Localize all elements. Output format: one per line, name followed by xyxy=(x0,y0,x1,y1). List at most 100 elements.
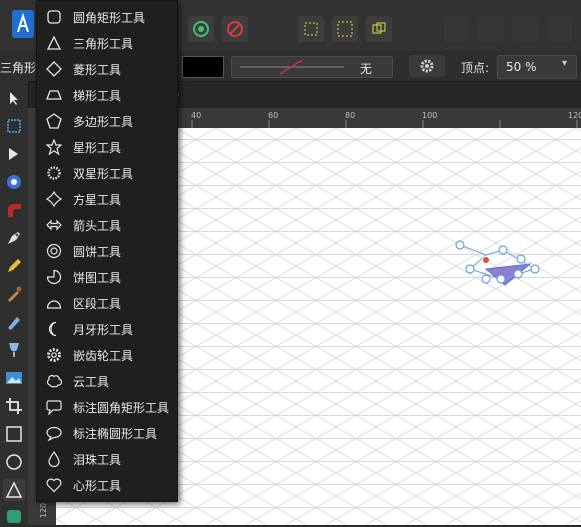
double-arrow-icon xyxy=(45,216,63,234)
menu-item-double-star[interactable]: 双星形工具 xyxy=(37,160,177,186)
shape-tools-menu: 圆角矩形工具 三角形工具 菱形工具 梯形工具 多边形工具 星形工具 双星形工具 … xyxy=(36,0,178,502)
callout-rect-icon xyxy=(45,398,63,416)
align-grid-button[interactable] xyxy=(298,16,324,42)
cog-icon xyxy=(45,346,63,364)
vector-brush-tool-icon[interactable] xyxy=(3,283,25,305)
menu-item-triangle[interactable]: 三角形工具 xyxy=(37,30,177,56)
ruler-label-h: 120 xyxy=(568,111,581,120)
triangle-tool-icon[interactable] xyxy=(3,479,25,501)
trapezoid-icon xyxy=(45,86,63,104)
menu-item-cog[interactable]: 嵌齿轮工具 xyxy=(37,342,177,368)
arrange-button-1[interactable] xyxy=(444,16,470,42)
menu-item-label: 梯形工具 xyxy=(73,88,122,103)
donut-icon xyxy=(45,242,63,260)
arrange-button-4[interactable] xyxy=(546,16,572,42)
cloud-icon xyxy=(45,372,63,390)
ruler-label-h: 60 xyxy=(268,111,279,120)
menu-item-label: 区段工具 xyxy=(73,296,122,311)
crop-tool-icon[interactable] xyxy=(3,395,25,417)
pentagon-icon xyxy=(45,112,63,130)
artboard-tool-icon[interactable] xyxy=(3,115,25,137)
menu-item-label: 标注椭圆形工具 xyxy=(73,426,158,441)
node-tool-icon[interactable] xyxy=(3,143,25,165)
pencil-tool-icon[interactable] xyxy=(3,255,25,277)
menu-item-label: 圆饼工具 xyxy=(73,244,122,259)
corner-tool-icon[interactable] xyxy=(3,199,25,221)
arrange-button-3[interactable] xyxy=(512,16,538,42)
menu-item-label: 方星工具 xyxy=(73,192,122,207)
menu-item-label: 星形工具 xyxy=(73,140,122,155)
menu-item-label: 心形工具 xyxy=(73,478,122,493)
star-icon xyxy=(45,138,63,156)
ruler-label-h: 40 xyxy=(191,111,202,120)
vertex-value: 50 % xyxy=(506,60,537,74)
point-transform-tool-icon[interactable] xyxy=(3,171,25,193)
menu-item-label: 三角形工具 xyxy=(73,36,134,51)
double-star-icon xyxy=(45,164,63,182)
menu-item-cloud[interactable]: 云工具 xyxy=(37,368,177,394)
triangle-icon xyxy=(45,34,63,52)
ruler-label-h: 80 xyxy=(345,111,356,120)
crescent-icon xyxy=(45,320,63,338)
place-image-tool-icon[interactable] xyxy=(3,367,25,389)
heart-icon xyxy=(45,476,63,494)
diamond-icon xyxy=(45,60,63,78)
force-pixel-button[interactable] xyxy=(222,16,248,42)
menu-item-label: 嵌齿轮工具 xyxy=(73,348,134,363)
menu-item-star[interactable]: 星形工具 xyxy=(37,134,177,160)
menu-item-callout-ellipse[interactable]: 标注椭圆形工具 xyxy=(37,420,177,446)
transparency-tool-icon[interactable] xyxy=(3,339,25,361)
arrange-button-2[interactable] xyxy=(478,16,504,42)
pie-icon xyxy=(45,268,63,286)
menu-item-heart[interactable]: 心形工具 xyxy=(37,472,177,498)
chevron-down-icon: ▾ xyxy=(562,58,568,69)
text-tool-icon[interactable] xyxy=(3,505,25,527)
gear-icon[interactable] xyxy=(409,55,445,77)
stroke-width-slider[interactable]: 无 xyxy=(231,56,393,78)
transform-button[interactable] xyxy=(366,16,392,42)
menu-item-label: 圆角矩形工具 xyxy=(73,10,146,25)
ruler-label-v: 120 xyxy=(39,502,49,519)
menu-item-label: 饼图工具 xyxy=(73,270,122,285)
menu-item-label: 多边形工具 xyxy=(73,114,134,129)
menu-item-label: 泪珠工具 xyxy=(73,452,122,467)
ellipse-tool-icon[interactable] xyxy=(3,451,25,473)
menu-item-label: 月牙形工具 xyxy=(73,322,134,337)
menu-item-diamond[interactable]: 菱形工具 xyxy=(37,56,177,82)
menu-item-label: 菱形工具 xyxy=(73,62,122,77)
menu-item-callout-rect[interactable]: 标注圆角矩形工具 xyxy=(37,394,177,420)
menu-item-label: 箭头工具 xyxy=(73,218,122,233)
fill-tool-icon[interactable] xyxy=(3,311,25,333)
move-tool-icon[interactable] xyxy=(3,87,25,109)
menu-item-square-star[interactable]: 方星工具 xyxy=(37,186,177,212)
menu-item-teardrop[interactable]: 泪珠工具 xyxy=(37,446,177,472)
menu-item-crescent[interactable]: 月牙形工具 xyxy=(37,316,177,342)
menu-item-polygon[interactable]: 多边形工具 xyxy=(37,108,177,134)
pen-tool-icon[interactable] xyxy=(3,227,25,249)
snapping-button[interactable] xyxy=(188,16,214,42)
menu-item-arrow[interactable]: 箭头工具 xyxy=(37,212,177,238)
menu-item-donut[interactable]: 圆饼工具 xyxy=(37,238,177,264)
menu-item-segment[interactable]: 区段工具 xyxy=(37,290,177,316)
stroke-none-label: 无 xyxy=(360,62,373,76)
rectangle-tool-icon[interactable] xyxy=(3,423,25,445)
app-logo-icon[interactable] xyxy=(12,10,34,38)
menu-item-pie[interactable]: 饼图工具 xyxy=(37,264,177,290)
align-grid2-button[interactable] xyxy=(332,16,358,42)
menu-item-trapezoid[interactable]: 梯形工具 xyxy=(37,82,177,108)
fill-swatch[interactable] xyxy=(182,56,224,78)
menu-item-label: 云工具 xyxy=(73,374,110,389)
ruler-label-h: 100 xyxy=(422,111,438,120)
segment-icon xyxy=(45,294,63,312)
vertex-dropdown[interactable]: 50 % ▾ xyxy=(497,55,577,79)
tool-name-label: 三角形 xyxy=(0,61,37,75)
rounded-rect-icon xyxy=(45,8,63,26)
left-tools-panel xyxy=(0,81,29,525)
callout-ellipse-icon xyxy=(45,424,63,442)
menu-item-label: 标注圆角矩形工具 xyxy=(73,400,170,415)
teardrop-icon xyxy=(45,450,63,468)
menu-item-rounded-rect[interactable]: 圆角矩形工具 xyxy=(37,4,177,30)
vertex-label: 顶点: xyxy=(461,61,490,75)
menu-item-label: 双星形工具 xyxy=(73,166,134,181)
square-star-icon xyxy=(45,190,63,208)
